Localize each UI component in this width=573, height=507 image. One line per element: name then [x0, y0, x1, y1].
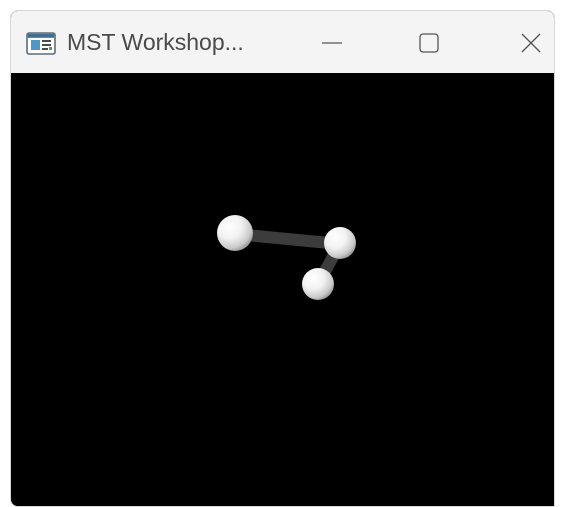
maximize-button[interactable]: [406, 23, 452, 63]
application-window-icon: [26, 32, 56, 55]
maximize-icon: [419, 33, 439, 53]
close-button[interactable]: [508, 23, 554, 63]
molecule-scene: [217, 215, 356, 300]
3d-viewport[interactable]: [11, 73, 554, 506]
title-bar[interactable]: MST Workshop...: [11, 11, 554, 73]
atom-sphere: [302, 268, 334, 300]
atom-sphere: [324, 227, 356, 259]
close-icon: [521, 33, 541, 53]
atom-sphere: [217, 215, 253, 251]
application-window: MST Workshop...: [10, 10, 555, 507]
minimize-button[interactable]: [309, 23, 355, 63]
minimize-icon: [322, 42, 342, 44]
window-title: MST Workshop...: [67, 29, 244, 55]
